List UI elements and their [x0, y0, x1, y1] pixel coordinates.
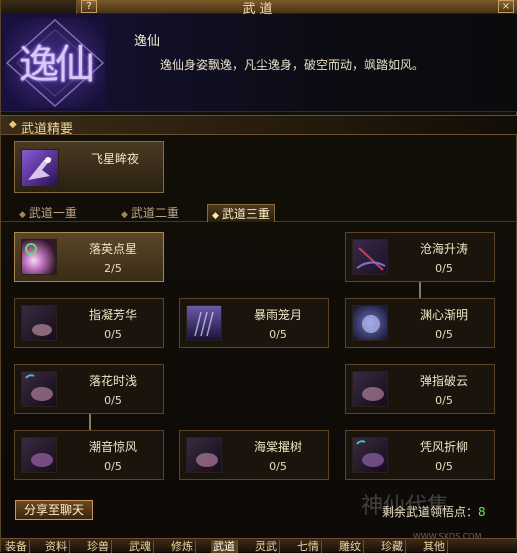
martial-dao-window: ? 武道 × 逸仙 逸仙 逸仙身姿飘逸，凡尘逸身，破空而动，飒踏如风。 ◆ 武道…	[0, 0, 517, 553]
essence-section-label: 武道精要	[21, 122, 74, 137]
skill-card[interactable]: 落英点星 2/5	[14, 232, 164, 282]
skill-card[interactable]: 沧海升涛 0/5	[345, 232, 495, 282]
skill-level: 0/5	[435, 328, 453, 341]
essence-skill-card[interactable]: 飞星眸夜	[14, 141, 164, 193]
school-emblem: 逸仙	[5, 18, 105, 108]
essence-section-header: ◆ 武道精要	[1, 115, 517, 137]
skill-name: 指凝芳华	[88, 308, 137, 322]
skill-level: 0/5	[104, 460, 122, 473]
remaining-points-label: 剩余武道领悟点：	[382, 505, 479, 519]
tide-icon	[21, 437, 57, 473]
tab-martial-soul[interactable]: 武魂	[127, 540, 154, 553]
tab-label: 武道一重	[28, 206, 77, 220]
tab-cultivation[interactable]: 修炼	[169, 540, 196, 553]
remaining-points-value: 8	[478, 505, 486, 519]
share-to-chat-button[interactable]: 分享至聊天	[15, 500, 93, 520]
skill-level: 0/5	[104, 328, 122, 341]
skill-name: 潮音惊风	[88, 440, 137, 454]
shooting-star-icon	[21, 149, 59, 187]
diamond-bullet-icon: ◆	[9, 119, 17, 130]
skill-level: 0/5	[269, 460, 287, 473]
skill-name: 暴雨笼月	[253, 308, 302, 322]
tab-spirit-weapon[interactable]: 灵武	[253, 540, 280, 553]
tab-label: 武道二重	[130, 206, 179, 220]
skill-name: 落英点星	[88, 242, 137, 256]
tab-pets[interactable]: 珍兽	[85, 540, 112, 553]
bottom-tab-bar: 装备 资料 珍兽 武魂 修炼 武道 灵武 七情 雕纹 珍藏 其他	[1, 538, 517, 553]
skill-name: 渊心渐明	[419, 308, 468, 322]
skill-card[interactable]: 弹指破云 0/5	[345, 364, 495, 414]
school-header: 逸仙 逸仙 逸仙身姿飘逸，凡尘逸身，破空而动，飒踏如风。	[1, 14, 517, 112]
skill-card[interactable]: 落花时浅 0/5	[14, 364, 164, 414]
close-button[interactable]: ×	[498, 0, 514, 13]
tab-label: 武道三重	[221, 207, 270, 221]
title-bar: ? 武道 ×	[1, 0, 517, 17]
skill-name: 沧海升涛	[419, 242, 468, 256]
diamond-bullet-icon: ◆	[19, 210, 26, 220]
tab-tier-1[interactable]: ◆ 武道一重	[15, 204, 81, 222]
skill-level: 2/5	[104, 262, 122, 275]
diamond-bullet-icon: ◆	[121, 210, 128, 220]
skill-name: 凭风折柳	[419, 440, 468, 454]
rain-icon	[186, 305, 222, 341]
tab-collection[interactable]: 珍藏	[379, 540, 406, 553]
skill-card[interactable]: 渊心渐明 0/5	[345, 298, 495, 348]
wave-icon	[352, 239, 388, 275]
skill-name: 弹指破云	[419, 374, 468, 388]
tab-profile[interactable]: 资料	[43, 540, 70, 553]
school-name: 逸仙	[134, 34, 161, 49]
skill-level: 0/5	[104, 394, 122, 407]
tab-engraving[interactable]: 雕纹	[337, 540, 364, 553]
essence-skill-name: 飞星眸夜	[90, 152, 139, 166]
tab-martial-dao[interactable]: 武道	[211, 540, 238, 553]
blossom-icon	[186, 437, 222, 473]
tab-equipment[interactable]: 装备	[3, 540, 30, 553]
tab-seven-emotions[interactable]: 七情	[295, 540, 322, 553]
petal-icon	[21, 371, 57, 407]
school-description: 逸仙身姿飘逸，凡尘逸身，破空而动，飒踏如风。	[160, 58, 425, 72]
skill-name: 海棠擢树	[253, 440, 302, 454]
blade-icon	[21, 305, 57, 341]
remaining-points: 剩余武道领悟点：8	[382, 503, 486, 520]
willow-icon	[352, 437, 388, 473]
connector-line	[89, 414, 91, 430]
tab-other[interactable]: 其他	[421, 540, 448, 553]
skill-level: 0/5	[269, 328, 287, 341]
moon-icon	[352, 305, 388, 341]
skill-card[interactable]: 指凝芳华 0/5	[14, 298, 164, 348]
skill-level: 0/5	[435, 262, 453, 275]
skill-card[interactable]: 凭风折柳 0/5	[345, 430, 495, 480]
tab-tier-3[interactable]: ◆ 武道三重	[207, 204, 275, 222]
skill-card[interactable]: 暴雨笼月 0/5	[179, 298, 329, 348]
spark-icon	[21, 239, 57, 275]
skill-level: 0/5	[435, 394, 453, 407]
skill-name: 落花时浅	[88, 374, 137, 388]
tab-tier-2[interactable]: ◆ 武道二重	[117, 204, 183, 222]
diamond-bullet-icon: ◆	[212, 211, 219, 221]
skill-level: 0/5	[435, 460, 453, 473]
tier-tab-bar: ◆ 武道一重 ◆ 武道二重 ◆ 武道三重	[1, 202, 517, 222]
flick-icon	[352, 371, 388, 407]
skill-card[interactable]: 潮音惊风 0/5	[14, 430, 164, 480]
skill-card[interactable]: 海棠擢树 0/5	[179, 430, 329, 480]
connector-line	[419, 282, 421, 298]
emblem-calligraphy: 逸仙	[19, 42, 95, 88]
